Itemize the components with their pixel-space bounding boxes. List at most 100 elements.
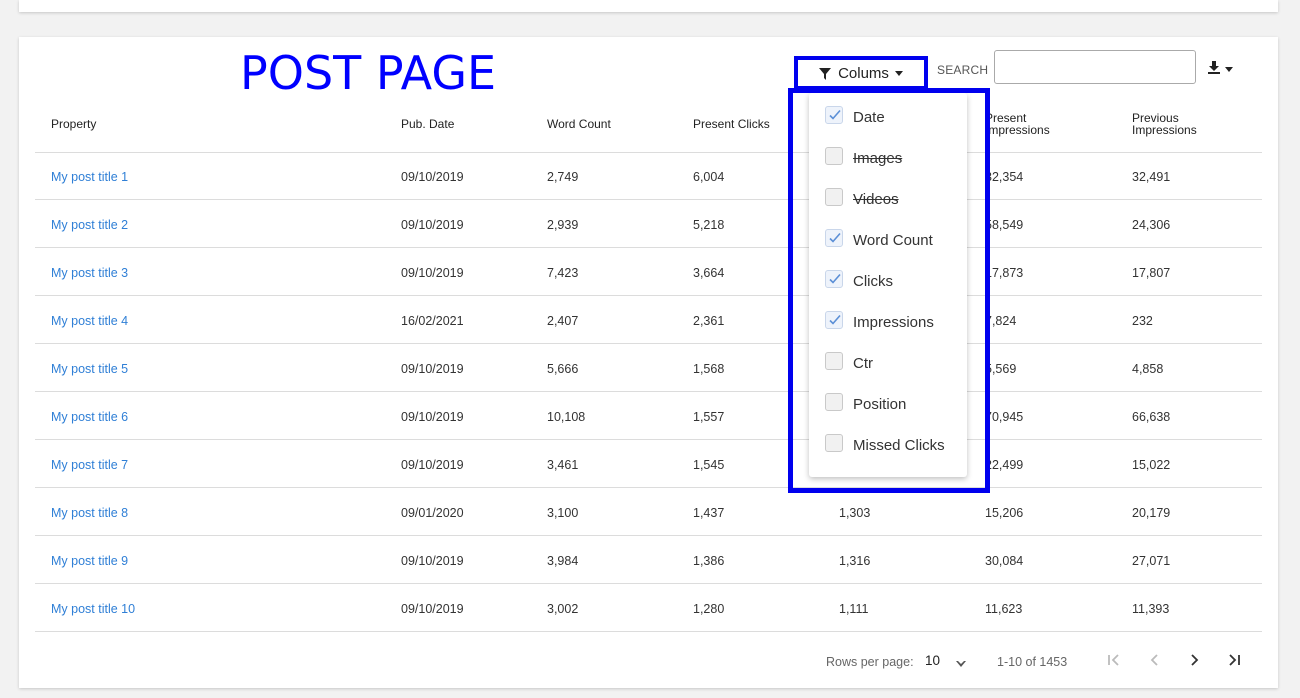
header-present-impressions[interactable]: Present Impressions	[985, 112, 1050, 136]
cell-present-clicks: 1,437	[693, 506, 725, 520]
cell-pub-date: 09/10/2019	[401, 218, 464, 232]
caret-down-icon	[894, 70, 903, 76]
next-page-icon[interactable]	[1186, 652, 1202, 668]
column-checkbox[interactable]	[825, 434, 843, 452]
cell-present-impressions: 30,084	[985, 554, 1024, 568]
cell-property[interactable]: My post title 7	[51, 458, 128, 472]
column-option-label: Clicks	[853, 273, 893, 290]
table-row: My post title 5 09/10/2019 5,666 1,568 5,569…	[35, 344, 1262, 392]
cell-property[interactable]: My post title 5	[51, 362, 128, 376]
cell-hidden-column: 1,303	[839, 506, 871, 520]
header-pub-date[interactable]: Pub. Date	[401, 118, 454, 130]
cell-property[interactable]: My post title 10	[51, 602, 135, 616]
column-checkbox[interactable]	[825, 106, 843, 124]
cell-word-count: 3,984	[547, 554, 579, 568]
header-present-impressions-line2: Impressions	[985, 123, 1050, 137]
column-checkbox[interactable]	[825, 147, 843, 165]
caret-down-icon	[1225, 67, 1233, 72]
column-option-label: Ctr	[853, 355, 873, 372]
cell-property[interactable]: My post title 9	[51, 554, 128, 568]
checkmark-icon	[829, 273, 841, 284]
cell-present-clicks: 5,218	[693, 218, 725, 232]
header-previous-impressions-line2: Impressions	[1132, 123, 1197, 137]
cell-previous-impressions: 20,179	[1132, 506, 1171, 520]
first-page-icon[interactable]	[1106, 652, 1122, 668]
cell-previous-impressions: 232	[1132, 314, 1153, 328]
cell-present-impressions: 17,873	[985, 266, 1024, 280]
header-present-clicks[interactable]: Present Clicks	[693, 118, 770, 130]
cell-property[interactable]: My post title 4	[51, 314, 128, 328]
table-row: My post title 4 16/02/2021 2,407 2,361 7,824…	[35, 296, 1262, 344]
column-checkbox[interactable]	[825, 188, 843, 206]
cell-present-clicks: 2,361	[693, 314, 725, 328]
cell-previous-impressions: 24,306	[1132, 218, 1171, 232]
cell-present-clicks: 3,664	[693, 266, 725, 280]
cell-property[interactable]: My post title 6	[51, 410, 128, 424]
column-checkbox[interactable]	[825, 352, 843, 370]
table-row: My post title 2 09/10/2019 2,939 5,218 58,54…	[35, 200, 1262, 248]
column-option-missed-clicks[interactable]: Missed Clicks	[809, 432, 967, 460]
table-row: My post title 10 09/10/2019 3,002 1,280 1,11…	[35, 584, 1262, 632]
cell-previous-impressions: 32,491	[1132, 170, 1171, 184]
cell-present-impressions: 32,354	[985, 170, 1024, 184]
cell-present-clicks: 1,280	[693, 602, 725, 616]
cell-present-impressions: 7,824	[985, 314, 1017, 328]
cell-present-clicks: 1,557	[693, 410, 725, 424]
rows-per-page-select[interactable]: 10	[925, 653, 940, 668]
cell-present-impressions: 58,549	[985, 218, 1024, 232]
cell-word-count: 10,108	[547, 410, 586, 424]
column-option-label: Images	[853, 150, 903, 167]
table-row: My post title 3 09/10/2019 7,423 3,664 17,87…	[35, 248, 1262, 296]
cell-word-count: 2,407	[547, 314, 579, 328]
cell-word-count: 5,666	[547, 362, 579, 376]
rows-per-page-label: Rows per page:	[826, 655, 914, 669]
cell-pub-date: 09/10/2019	[401, 266, 464, 280]
cell-property[interactable]: My post title 2	[51, 218, 128, 232]
cell-pub-date: 09/10/2019	[401, 458, 464, 472]
previous-page-icon[interactable]	[1147, 652, 1163, 668]
last-page-icon[interactable]	[1226, 652, 1242, 668]
table-row: My post title 1 09/10/2019 2,749 6,004 32,35…	[35, 152, 1262, 200]
column-option-date[interactable]: Date	[809, 104, 967, 132]
columns-button[interactable]: Colums	[794, 56, 928, 90]
column-checkbox[interactable]	[825, 229, 843, 247]
cell-word-count: 7,423	[547, 266, 579, 280]
column-option-clicks[interactable]: Clicks	[809, 268, 967, 296]
column-option-position[interactable]: Position	[809, 391, 967, 419]
rows-per-page-caret-icon[interactable]	[955, 656, 967, 674]
download-icon	[1207, 60, 1221, 79]
header-previous-impressions[interactable]: Previous Impressions	[1132, 112, 1197, 136]
cell-previous-impressions: 11,393	[1132, 602, 1170, 616]
search-input[interactable]	[994, 50, 1196, 84]
cell-property[interactable]: My post title 3	[51, 266, 128, 280]
columns-dropdown-menu: Date Images Videos Word Count Clicks Impressi…	[809, 93, 967, 477]
column-checkbox[interactable]	[825, 393, 843, 411]
column-checkbox[interactable]	[825, 311, 843, 329]
cell-property[interactable]: My post title 1	[51, 170, 128, 184]
checkmark-icon	[829, 314, 841, 325]
download-button[interactable]	[1207, 60, 1233, 79]
top-card	[19, 0, 1278, 12]
cell-present-clicks: 1,545	[693, 458, 725, 472]
header-property[interactable]: Property	[51, 118, 96, 130]
column-option-videos[interactable]: Videos	[809, 186, 967, 214]
search-label: SEARCH	[937, 63, 989, 77]
column-option-impressions[interactable]: Impressions	[809, 309, 967, 337]
column-option-label: Missed Clicks	[853, 437, 945, 454]
column-option-label: Date	[853, 109, 885, 126]
cell-present-clicks: 6,004	[693, 170, 725, 184]
table-row: My post title 6 09/10/2019 10,108 1,557 70,9…	[35, 392, 1262, 440]
cell-pub-date: 09/10/2019	[401, 602, 464, 616]
column-option-images[interactable]: Images	[809, 145, 967, 173]
column-option-label: Position	[853, 396, 907, 413]
column-option-ctr[interactable]: Ctr	[809, 350, 967, 378]
cell-word-count: 3,461	[547, 458, 579, 472]
cell-previous-impressions: 27,071	[1132, 554, 1171, 568]
header-word-count[interactable]: Word Count	[547, 118, 611, 130]
column-option-word-count[interactable]: Word Count	[809, 227, 967, 255]
column-checkbox[interactable]	[825, 270, 843, 288]
column-option-label: Impressions	[853, 314, 934, 331]
cell-pub-date: 16/02/2021	[401, 314, 464, 328]
cell-property[interactable]: My post title 8	[51, 506, 128, 520]
table-row: My post title 7 09/10/2019 3,461 1,545 22,49…	[35, 440, 1262, 488]
